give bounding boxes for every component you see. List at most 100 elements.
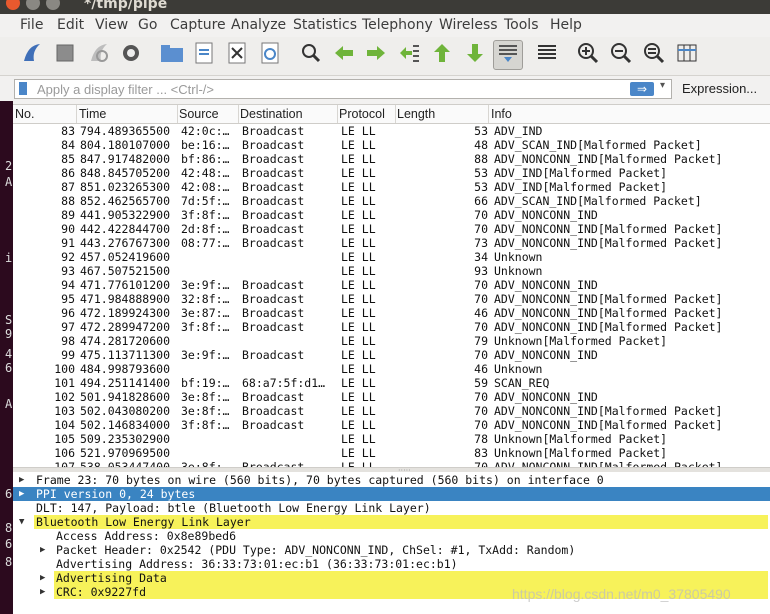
first-packet-button[interactable] (427, 40, 457, 70)
capture-options-button[interactable] (116, 40, 146, 70)
cell-no: 93 (61, 264, 75, 278)
resize-columns-button[interactable] (672, 40, 702, 70)
auto-scroll-button[interactable] (493, 40, 523, 70)
close-window-button[interactable] (6, 0, 20, 10)
cell-info: ADV_NONCONN_IND (494, 208, 598, 222)
packet-list[interactable]: No. Time Source Destination Protocol Length In… (13, 104, 770, 468)
menu-file[interactable]: File (20, 17, 43, 33)
colorize-button[interactable] (532, 40, 562, 70)
close-file-button[interactable] (222, 40, 252, 70)
cell-destination: Broadcast (242, 348, 305, 362)
menu-tools[interactable]: Tools (504, 17, 539, 33)
table-row[interactable]: 105 509.235302900 LE LL 78 Unknown[Malformed… (13, 432, 770, 446)
menu-statistics[interactable]: Statistics (293, 17, 357, 33)
table-row[interactable]: 97 472.289947200 3f:8f:… Broadcast LE LL 70 AD… (13, 320, 770, 334)
table-row[interactable]: 104 502.146834000 3f:8f:… Broadcast LE LL 70 A… (13, 418, 770, 432)
go-to-packet-button[interactable] (394, 40, 424, 70)
column-separator[interactable] (488, 105, 489, 123)
table-row[interactable]: 88 852.462565700 7d:5f:… Broadcast LE LL 66 AD… (13, 194, 770, 208)
column-header-source[interactable]: Source (179, 107, 219, 123)
column-header-destination[interactable]: Destination (240, 107, 303, 123)
column-separator[interactable] (337, 105, 338, 123)
table-row[interactable]: 95 471.984888900 32:8f:… Broadcast LE LL 70 AD… (13, 292, 770, 306)
normal-size-button[interactable] (639, 40, 669, 70)
go-forward-button[interactable] (361, 40, 391, 70)
column-separator[interactable] (177, 105, 178, 123)
triangle-right-icon[interactable]: ▶ (40, 543, 45, 557)
watermark: https://blog.csdn.net/m0_37805490 (512, 586, 731, 602)
table-row[interactable]: 84 804.180107000 be:16:… Broadcast LE LL 48 AD… (13, 138, 770, 152)
cell-info: Unknown[Malformed Packet] (494, 432, 668, 446)
table-row[interactable]: 94 471.776101200 3e:9f:… Broadcast LE LL 70 AD… (13, 278, 770, 292)
menu-telephony[interactable]: Telephony (362, 17, 433, 33)
table-row[interactable]: 90 442.422844700 2d:8f:… Broadcast LE LL 70 AD… (13, 222, 770, 236)
triangle-right-icon[interactable]: ▶ (19, 473, 24, 487)
table-row[interactable]: 98 474.281720600 LE LL 79 Unknown[Malformed … (13, 334, 770, 348)
table-row[interactable]: 99 475.113711300 3e:9f:… Broadcast LE LL 70 AD… (13, 348, 770, 362)
table-row[interactable]: 100 484.998793600 LE LL 46 Unknown (13, 362, 770, 376)
table-row[interactable]: 101 494.251141400 bf:19:… 68:a7:5f:d1… LE LL… (13, 376, 770, 390)
detail-row[interactable]: ▶ Packet Header: 0x2542 (PDU Type: ADV_NO… (13, 543, 770, 557)
column-header-info[interactable]: Info (491, 107, 512, 123)
zoom-out-button[interactable] (606, 40, 636, 70)
table-row[interactable]: 92 457.052419600 LE LL 34 Unknown (13, 250, 770, 264)
zoom-in-button[interactable] (573, 40, 603, 70)
chevron-down-icon[interactable]: ▾ (660, 80, 665, 91)
restart-capture-button[interactable] (84, 40, 114, 70)
triangle-right-icon[interactable]: ▶ (40, 585, 45, 599)
column-header-time[interactable]: Time (79, 107, 106, 123)
terminal-glyph: 9 (5, 327, 13, 341)
table-row[interactable]: 87 851.023265300 42:08:… Broadcast LE LL 53 AD… (13, 180, 770, 194)
table-row[interactable]: 91 443.276767300 08:77:… Broadcast LE LL 73 AD… (13, 236, 770, 250)
triangle-right-icon[interactable]: ▶ (40, 571, 45, 585)
menu-edit[interactable]: Edit (57, 17, 84, 33)
table-row[interactable]: 89 441.905322900 3f:8f:… Broadcast LE LL 70 AD… (13, 208, 770, 222)
table-row[interactable]: 83 794.489365500 42:0c:… Broadcast LE LL 53 AD… (13, 124, 770, 138)
menu-capture[interactable]: Capture (170, 17, 226, 33)
menu-view[interactable]: View (95, 17, 128, 33)
cell-time: 471.984888900 (80, 292, 171, 306)
terminal-glyph: 2 (5, 159, 13, 173)
bookmark-icon[interactable] (19, 82, 27, 95)
last-packet-button[interactable] (460, 40, 490, 70)
open-file-button[interactable] (157, 40, 187, 70)
detail-row[interactable]: ▶ PPI version 0, 24 bytes (13, 487, 770, 501)
table-row[interactable]: 86 848.845705200 42:48:… Broadcast LE LL 53 AD… (13, 166, 770, 180)
reload-file-button[interactable] (255, 40, 285, 70)
apply-filter-button[interactable]: ⇒ (630, 82, 654, 96)
start-capture-button[interactable] (17, 40, 47, 70)
column-separator[interactable] (76, 105, 77, 123)
table-row[interactable]: 85 847.917482000 bf:86:… Broadcast LE LL 88 AD… (13, 152, 770, 166)
table-row[interactable]: 103 502.043080200 3e:8f:… Broadcast LE LL 70 A… (13, 404, 770, 418)
column-header-length[interactable]: Length (397, 107, 435, 123)
find-packet-button[interactable] (296, 40, 326, 70)
triangle-right-icon[interactable]: ▶ (19, 487, 24, 501)
menu-wireless[interactable]: Wireless (439, 17, 498, 33)
detail-row[interactable]: DLT: 147, Payload: btle (Bluetooth Low E… (13, 501, 770, 515)
minimize-window-button[interactable] (26, 0, 40, 10)
stop-capture-button[interactable] (50, 40, 80, 70)
column-separator[interactable] (395, 105, 396, 123)
table-row[interactable]: 102 501.941828600 3e:8f:… Broadcast LE LL 70 A… (13, 390, 770, 404)
maximize-window-button[interactable] (46, 0, 60, 10)
menu-go[interactable]: Go (138, 17, 157, 33)
detail-row[interactable]: Access Address: 0x8e89bed6 (13, 529, 770, 543)
display-filter-input[interactable]: Apply a display filter ... <Ctrl-/> ⇒ ▾ (14, 79, 672, 99)
column-separator[interactable] (238, 105, 239, 123)
table-row[interactable]: 106 521.970969500 LE LL 83 Unknown[Malformed… (13, 446, 770, 460)
restart-fin-icon (87, 41, 111, 69)
menu-analyze[interactable]: Analyze (231, 17, 286, 33)
detail-row[interactable]: Advertising Address: 36:33:73:01:ec:b1 (… (13, 557, 770, 571)
go-back-button[interactable] (329, 40, 359, 70)
table-row[interactable]: 96 472.189924300 3e:87:… Broadcast LE LL 46 AD… (13, 306, 770, 320)
save-file-button[interactable] (189, 40, 219, 70)
triangle-down-icon[interactable]: ▼ (19, 515, 24, 529)
column-header-protocol[interactable]: Protocol (339, 107, 385, 123)
column-header-no[interactable]: No. (15, 107, 34, 123)
table-row[interactable]: 93 467.507521500 LE LL 93 Unknown (13, 264, 770, 278)
menu-help[interactable]: Help (550, 17, 582, 33)
detail-row[interactable]: ▶ Advertising Data (13, 571, 770, 585)
detail-row[interactable]: ▶ Frame 23: 70 bytes on wire (560 bits), … (13, 473, 770, 487)
expression-button[interactable]: Expression... (682, 81, 757, 96)
detail-row[interactable]: ▼ Bluetooth Low Energy Link Layer (13, 515, 770, 529)
